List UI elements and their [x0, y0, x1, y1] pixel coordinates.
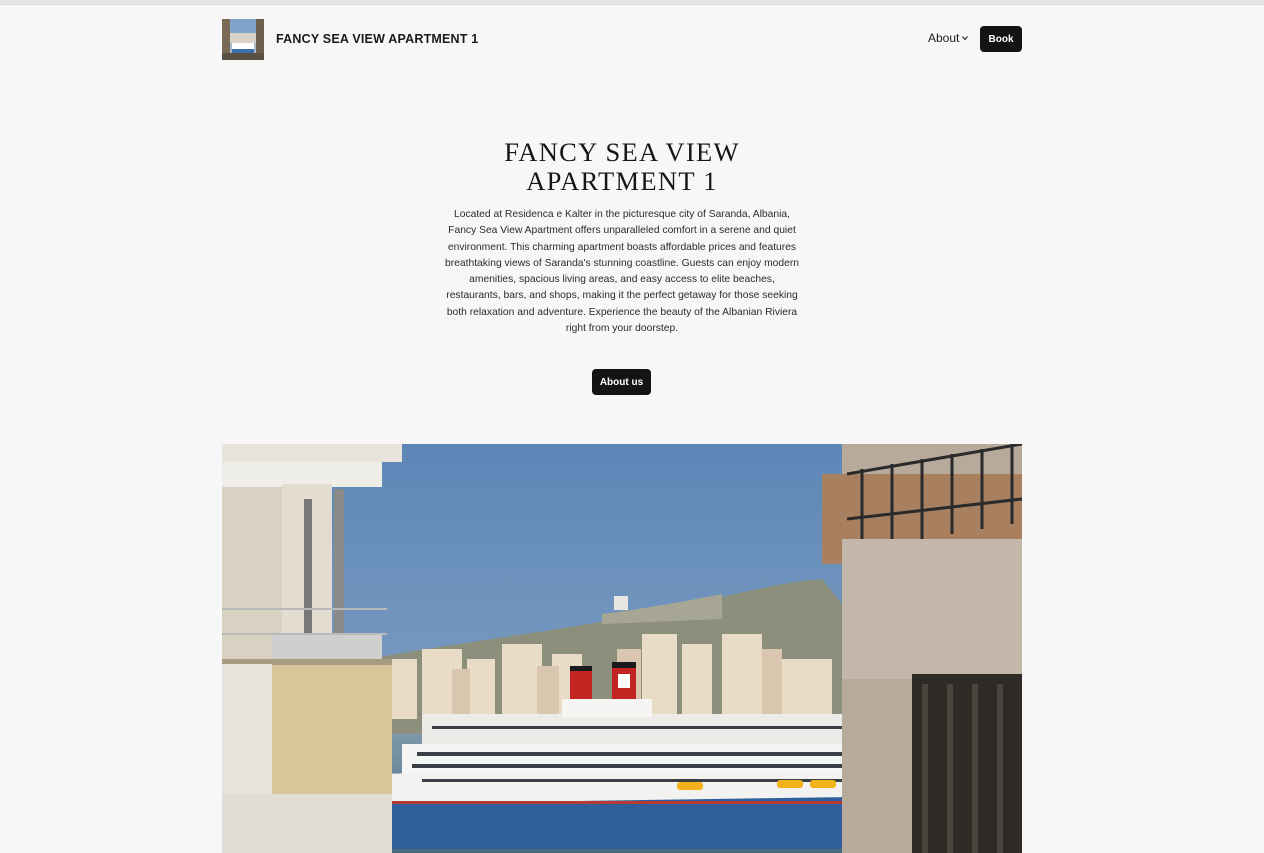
nav-about-dropdown[interactable]: About	[928, 31, 969, 45]
nav-about-label: About	[928, 31, 960, 45]
browser-top-border	[0, 0, 1264, 5]
chevron-down-icon	[962, 36, 969, 41]
site-title[interactable]: FANCY SEA VIEW APARTMENT 1	[276, 32, 478, 46]
page-title-line1: FANCY SEA VIEW	[504, 137, 740, 167]
page-title-line2: APARTMENT 1	[526, 166, 718, 196]
site-header: FANCY SEA VIEW APARTMENT 1 About Book	[222, 19, 1022, 60]
book-button[interactable]: Book	[980, 26, 1022, 52]
hero-photo	[222, 444, 1022, 853]
about-us-button[interactable]: About us	[592, 369, 651, 395]
logo-image[interactable]	[222, 19, 264, 60]
hero-description: Located at Residenca e Kalter in the pic…	[445, 209, 799, 335]
page-title: FANCY SEA VIEW APARTMENT 1	[432, 138, 812, 196]
hero-section: FANCY SEA VIEW APARTMENT 1 Located at Re…	[432, 138, 812, 337]
